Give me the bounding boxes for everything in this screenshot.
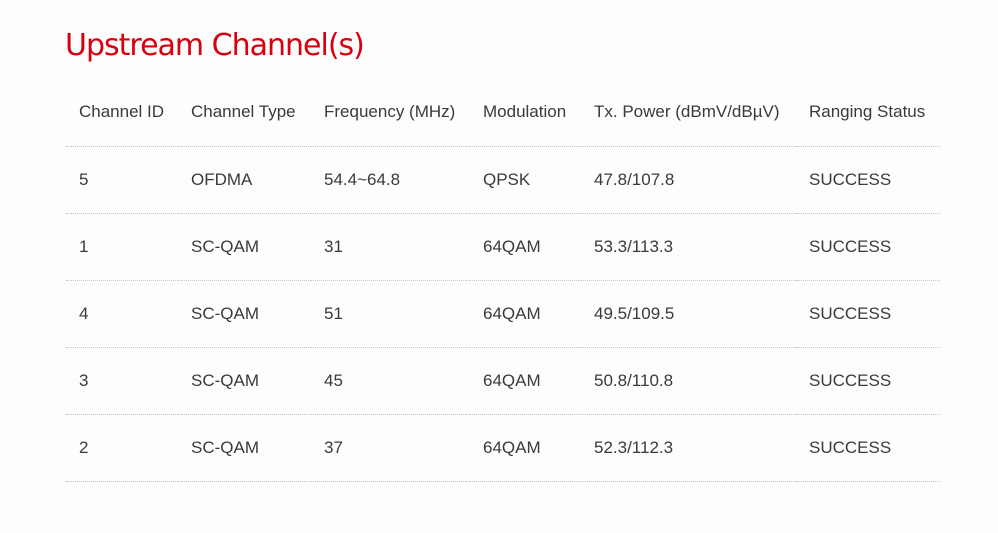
- upstream-channel-table: Channel ID Channel Type Frequency (MHz) …: [66, 80, 940, 482]
- header-tx-power: Tx. Power (dBmV/dBµV): [581, 80, 796, 147]
- cell-channel-type: SC-QAM: [178, 414, 311, 482]
- cell-frequency: 45: [311, 347, 470, 415]
- cell-channel-type: SC-QAM: [178, 213, 311, 281]
- cell-ranging-status: SUCCESS: [796, 213, 940, 281]
- cell-ranging-status: SUCCESS: [796, 347, 940, 415]
- table-header-row: Channel ID Channel Type Frequency (MHz) …: [66, 80, 940, 147]
- cell-channel-type: SC-QAM: [178, 347, 311, 415]
- cell-channel-type: SC-QAM: [178, 280, 311, 348]
- cell-modulation: 64QAM: [470, 414, 581, 482]
- cell-channel-id: 1: [66, 213, 178, 281]
- cell-modulation: 64QAM: [470, 347, 581, 415]
- cell-tx-power: 53.3/113.3: [581, 213, 796, 281]
- upstream-channels-page: Upstream Channel(s) Channel ID Channel T…: [0, 0, 998, 533]
- cell-modulation: 64QAM: [470, 280, 581, 348]
- header-modulation: Modulation: [470, 80, 581, 147]
- table-row: 2 SC-QAM 37 64QAM 52.3/112.3 SUCCESS: [66, 414, 940, 482]
- header-channel-id: Channel ID: [66, 80, 178, 147]
- cell-channel-id: 3: [66, 347, 178, 415]
- cell-ranging-status: SUCCESS: [796, 280, 940, 348]
- cell-frequency: 31: [311, 213, 470, 281]
- cell-channel-id: 4: [66, 280, 178, 348]
- cell-ranging-status: SUCCESS: [796, 146, 940, 214]
- cell-modulation: 64QAM: [470, 213, 581, 281]
- table-row: 3 SC-QAM 45 64QAM 50.8/110.8 SUCCESS: [66, 347, 940, 415]
- cell-channel-id: 5: [66, 146, 178, 214]
- table-row: 4 SC-QAM 51 64QAM 49.5/109.5 SUCCESS: [66, 280, 940, 348]
- cell-tx-power: 52.3/112.3: [581, 414, 796, 482]
- table-row: 5 OFDMA 54.4~64.8 QPSK 47.8/107.8 SUCCES…: [66, 146, 940, 214]
- cell-ranging-status: SUCCESS: [796, 414, 940, 482]
- header-frequency: Frequency (MHz): [311, 80, 470, 147]
- cell-tx-power: 47.8/107.8: [581, 146, 796, 214]
- cell-frequency: 54.4~64.8: [311, 146, 470, 214]
- cell-modulation: QPSK: [470, 146, 581, 214]
- cell-frequency: 51: [311, 280, 470, 348]
- table-row: 1 SC-QAM 31 64QAM 53.3/113.3 SUCCESS: [66, 213, 940, 281]
- cell-tx-power: 50.8/110.8: [581, 347, 796, 415]
- header-ranging-status: Ranging Status: [796, 80, 940, 147]
- cell-channel-id: 2: [66, 414, 178, 482]
- cell-frequency: 37: [311, 414, 470, 482]
- header-channel-type: Channel Type: [178, 80, 311, 147]
- cell-channel-type: OFDMA: [178, 146, 311, 214]
- section-title: Upstream Channel(s): [65, 28, 365, 63]
- cell-tx-power: 49.5/109.5: [581, 280, 796, 348]
